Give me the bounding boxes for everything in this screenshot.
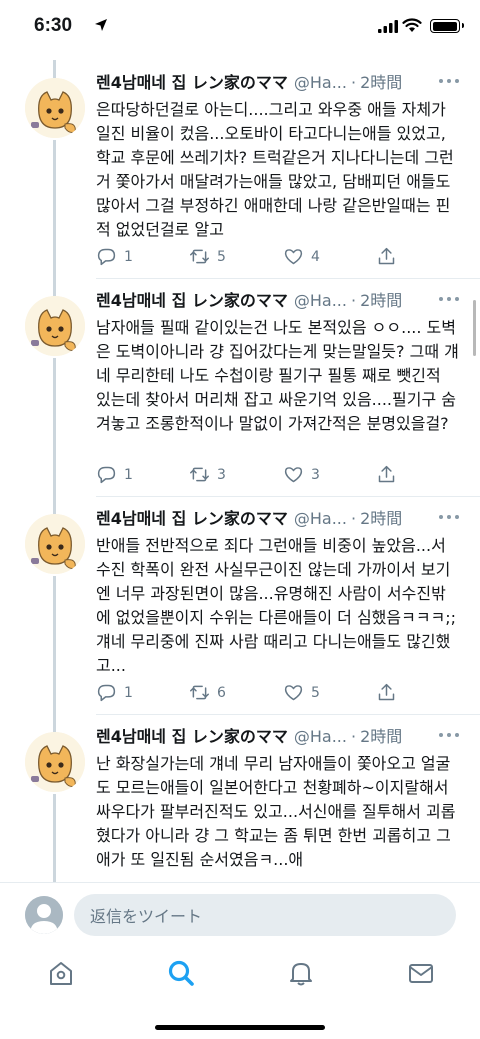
reply-icon — [97, 684, 116, 702]
reply-icon — [97, 466, 116, 484]
notifications-icon[interactable] — [286, 958, 316, 988]
tweet-actions: 1 3 3 — [96, 464, 466, 492]
tweet-time[interactable]: 2時間 — [360, 726, 402, 748]
retweet-count: 6 — [217, 684, 226, 701]
avatar[interactable] — [25, 296, 85, 356]
share-icon — [378, 247, 395, 265]
reply-button[interactable]: 1 — [96, 464, 133, 485]
retweet-count: 5 — [217, 248, 226, 265]
cat-avatar-icon — [25, 296, 85, 356]
author-handle[interactable]: @Ha... — [294, 290, 347, 312]
reply-count: 1 — [124, 466, 133, 483]
tweet-text: 은따당하던걸로 아는디....그리고 와우중 애들 자체가 일진 비율이 컸음.… — [96, 100, 454, 239]
search-icon[interactable] — [166, 958, 196, 988]
separator-dot: · — [350, 509, 357, 528]
reply-input[interactable]: 返信をツイート — [74, 894, 456, 936]
like-count: 4 — [311, 248, 320, 265]
messages-icon[interactable] — [406, 958, 436, 988]
tweet[interactable]: 렌4남매네 집 レン家のママ @Ha... · 2時間 은따당하던걸로 아는디.… — [0, 60, 480, 278]
tweet-text: 난 화장실가는데 걔네 무리 남자애들이 쫓아오고 얼굴도 모르는애들이 일본어… — [96, 754, 456, 869]
home-indicator — [155, 1025, 325, 1030]
separator-dot: · — [350, 73, 357, 92]
reply-count: 1 — [124, 248, 133, 265]
tweet-time[interactable]: 2時間 — [360, 72, 402, 94]
share-button[interactable] — [376, 464, 397, 485]
heart-icon — [284, 249, 303, 265]
avatar[interactable] — [25, 78, 85, 138]
reply-icon — [97, 248, 116, 266]
wifi-icon — [402, 18, 422, 32]
author-name[interactable]: 렌4남매네 집 レン家のママ — [96, 72, 288, 94]
avatar[interactable] — [25, 732, 85, 792]
tweet-actions: 1 5 4 — [96, 246, 466, 274]
tweet-time[interactable]: 2時間 — [360, 508, 402, 530]
like-button[interactable]: 4 — [283, 246, 320, 267]
status-bar: 6:30 — [0, 0, 480, 56]
battery-icon — [430, 19, 464, 33]
author-name[interactable]: 렌4남매네 집 レン家のママ — [96, 508, 288, 530]
retweet-button[interactable]: 5 — [189, 246, 226, 267]
retweet-button[interactable]: 6 — [189, 682, 226, 703]
separator-dot: · — [350, 727, 357, 746]
share-button[interactable] — [376, 246, 397, 267]
more-options-icon[interactable] — [438, 512, 460, 522]
home-icon[interactable] — [46, 958, 76, 988]
retweet-button[interactable]: 3 — [189, 464, 226, 485]
retweet-count: 3 — [217, 466, 226, 483]
default-profile-icon — [25, 896, 63, 934]
author-name[interactable]: 렌4남매네 집 レン家のママ — [96, 726, 288, 748]
like-button[interactable]: 3 — [283, 464, 320, 485]
tweet-text: 남자애들 필때 같이있는건 나도 본적있음 ㅇㅇ.... 도벽은 도벽이아니라 … — [96, 318, 459, 433]
like-button[interactable]: 5 — [283, 682, 320, 703]
like-count: 3 — [311, 466, 320, 483]
separator-dot: · — [350, 291, 357, 310]
tweet[interactable]: 렌4남매네 집 レン家のママ @Ha... · 2時間 반애들 전반적으로 죄다… — [0, 496, 480, 714]
tweet[interactable]: 렌4남매네 집 レン家のママ @Ha... · 2時間 남자애들 필때 같이있는… — [0, 278, 480, 496]
cellular-signal-icon — [378, 20, 398, 33]
share-icon — [378, 683, 395, 701]
share-button[interactable] — [376, 682, 397, 703]
thread-timeline[interactable]: 렌4남매네 집 レン家のママ @Ha... · 2時間 은따당하던걸로 아는디.… — [0, 60, 480, 882]
author-handle[interactable]: @Ha... — [294, 726, 347, 748]
more-options-icon[interactable] — [438, 730, 460, 740]
retweet-icon — [190, 685, 209, 700]
cat-avatar-icon — [25, 78, 85, 138]
share-icon — [378, 465, 395, 483]
tab-bar — [0, 946, 480, 1039]
retweet-icon — [190, 249, 209, 264]
author-name[interactable]: 렌4남매네 집 レン家のママ — [96, 290, 288, 312]
reply-bar: 返信をツイート — [0, 882, 480, 946]
reply-button[interactable]: 1 — [96, 682, 133, 703]
author-handle[interactable]: @Ha... — [294, 508, 347, 530]
tweet[interactable]: 렌4남매네 집 レン家のママ @Ha... · 2時間 난 화장실가는데 걔네 … — [0, 714, 480, 882]
avatar[interactable] — [25, 514, 85, 574]
tweet-actions: 1 6 5 — [96, 682, 466, 710]
tweet-text: 반애들 전반적으로 죄다 그런애들 비중이 높았음...서수진 학폭이 완전 사… — [96, 536, 457, 675]
cat-avatar-icon — [25, 732, 85, 792]
retweet-icon — [190, 467, 209, 482]
location-arrow-icon — [95, 19, 107, 31]
reply-count: 1 — [124, 684, 133, 701]
status-time: 6:30 — [34, 15, 73, 36]
like-count: 5 — [311, 684, 320, 701]
cat-avatar-icon — [25, 514, 85, 574]
user-avatar[interactable] — [25, 896, 63, 934]
heart-icon — [284, 467, 303, 483]
heart-icon — [284, 685, 303, 701]
tweet-time[interactable]: 2時間 — [360, 290, 402, 312]
reply-button[interactable]: 1 — [96, 246, 133, 267]
more-options-icon[interactable] — [438, 294, 460, 304]
more-options-icon[interactable] — [438, 76, 460, 86]
scrollbar[interactable] — [473, 300, 476, 356]
author-handle[interactable]: @Ha... — [294, 72, 347, 94]
